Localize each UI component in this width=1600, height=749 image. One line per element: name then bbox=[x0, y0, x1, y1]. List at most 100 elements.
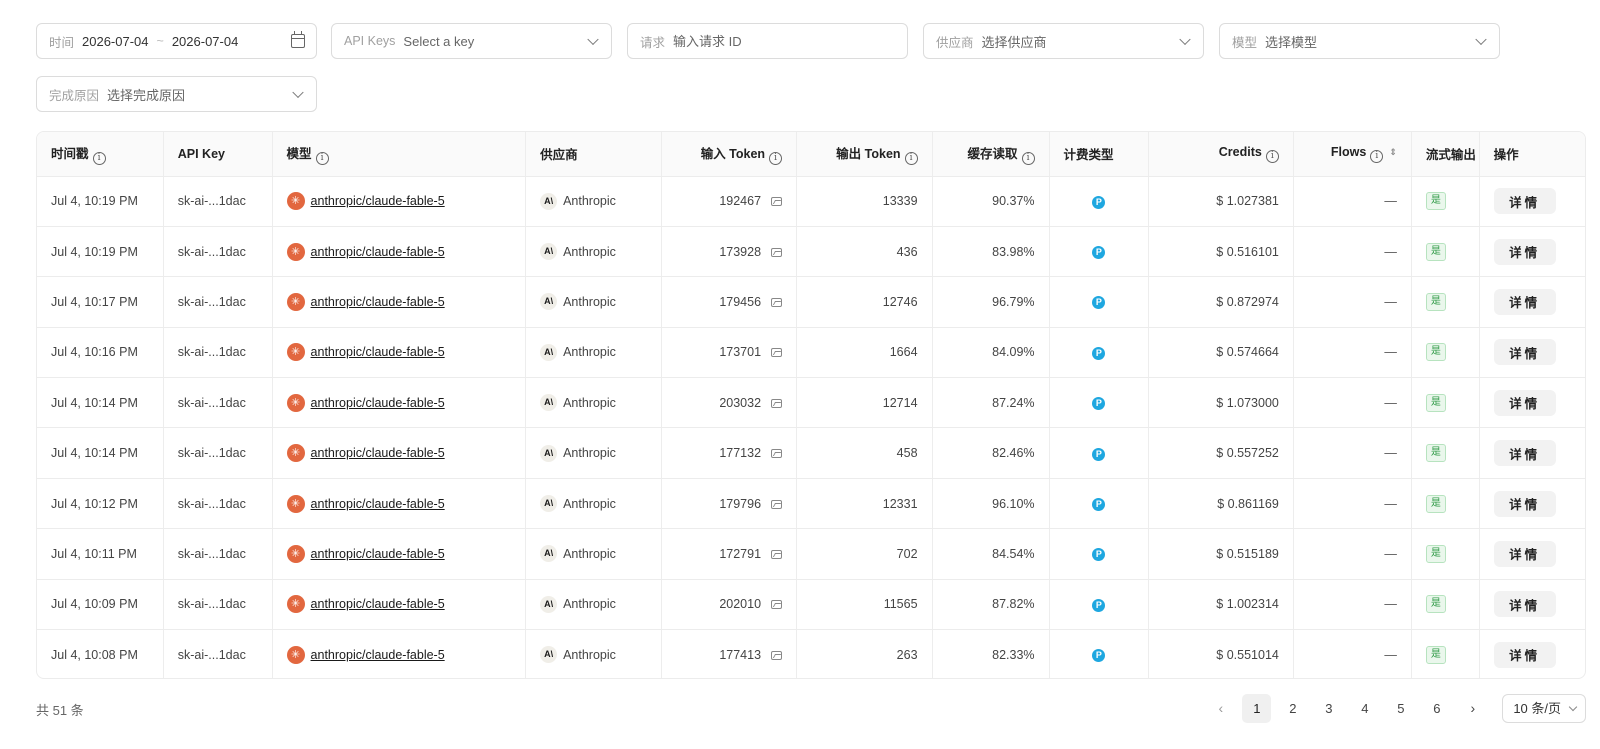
status-badge: 是 bbox=[1425, 595, 1446, 614]
api-keys-select[interactable]: API Keys Select a key bbox=[331, 23, 612, 59]
model-link[interactable]: anthropic/claude-fable-5 bbox=[311, 648, 445, 662]
info-icon[interactable]: i bbox=[315, 151, 329, 165]
anthropic-logo-icon: A\ bbox=[540, 192, 558, 210]
sort-icon[interactable]: ⇕ bbox=[1389, 147, 1397, 157]
cell-output-tokens: 13339 bbox=[796, 176, 933, 227]
table-row: Jul 4, 10:14 PM sk-ai-...1dac ✳ anthropic/c… bbox=[37, 377, 1585, 429]
cell-flows: — bbox=[1293, 478, 1412, 530]
cell-streaming: 是 bbox=[1411, 528, 1480, 580]
model-link[interactable]: anthropic/claude-fable-5 bbox=[311, 245, 445, 259]
image-icon bbox=[771, 549, 783, 559]
cell-credits: $ 0.515189 bbox=[1148, 528, 1294, 580]
model-link[interactable]: anthropic/claude-fable-5 bbox=[311, 547, 445, 561]
info-icon[interactable]: i bbox=[904, 151, 918, 165]
cell-provider: A\ Anthropic bbox=[525, 377, 662, 429]
status-badge: 是 bbox=[1425, 544, 1446, 563]
info-icon[interactable]: i bbox=[1265, 149, 1279, 163]
cell-output-tokens: 702 bbox=[796, 528, 933, 580]
page-size-select[interactable]: 10 条/页 bbox=[1502, 694, 1586, 723]
cell-output-tokens: 12714 bbox=[796, 377, 933, 429]
cell-api-key: sk-ai-...1dac bbox=[163, 629, 273, 678]
model-link[interactable]: anthropic/claude-fable-5 bbox=[311, 295, 445, 309]
cell-flows: — bbox=[1293, 528, 1412, 580]
info-icon[interactable]: i bbox=[769, 151, 783, 165]
page-5[interactable]: 5 bbox=[1386, 694, 1415, 723]
model-link[interactable]: anthropic/claude-fable-5 bbox=[311, 396, 445, 410]
logs-table: 时间戳 i API Key 模型 i 供应商 输入 Token i 输出 Token i… bbox=[36, 131, 1586, 679]
input-tokens-value: 177413 bbox=[719, 647, 762, 662]
info-icon[interactable]: i bbox=[1021, 151, 1035, 165]
detail-button[interactable]: 详情 bbox=[1493, 288, 1556, 315]
cell-output-tokens: 12331 bbox=[796, 478, 933, 530]
detail-button[interactable]: 详情 bbox=[1493, 440, 1556, 467]
anthropic-sparkle-icon: ✳ bbox=[286, 393, 305, 412]
page-4[interactable]: 4 bbox=[1350, 694, 1379, 723]
billing-p-icon: P bbox=[1092, 397, 1106, 411]
cell-actions: 详情 bbox=[1479, 478, 1585, 530]
chevron-down-icon bbox=[1568, 702, 1578, 712]
detail-button[interactable]: 详情 bbox=[1493, 540, 1556, 567]
cell-timestamp: Jul 4, 10:14 PM bbox=[37, 427, 164, 479]
start-date[interactable]: 2026-07-04 bbox=[82, 34, 149, 49]
detail-button[interactable]: 详情 bbox=[1493, 188, 1556, 215]
col-credits: Credits i bbox=[1148, 132, 1294, 177]
cell-provider: A\ Anthropic bbox=[525, 226, 662, 278]
col-model: 模型 i bbox=[272, 132, 527, 177]
col-flows[interactable]: Flows i ⇕ bbox=[1293, 132, 1412, 177]
billing-p-icon: P bbox=[1092, 447, 1106, 461]
info-icon[interactable]: i bbox=[92, 151, 106, 165]
cell-model: ✳ anthropic/claude-fable-5 bbox=[272, 427, 527, 479]
end-date[interactable]: 2026-07-04 bbox=[172, 34, 239, 49]
cell-provider: A\ Anthropic bbox=[525, 528, 662, 580]
time-range-filter[interactable]: 时间 2026-07-04 ~ 2026-07-04 bbox=[36, 23, 317, 59]
cell-actions: 详情 bbox=[1479, 276, 1585, 328]
detail-button[interactable]: 详情 bbox=[1493, 389, 1556, 416]
info-icon[interactable]: i bbox=[1370, 149, 1384, 163]
table-row: Jul 4, 10:09 PM sk-ai-...1dac ✳ anthropic/c… bbox=[37, 579, 1585, 631]
cell-streaming: 是 bbox=[1411, 579, 1480, 631]
detail-button[interactable]: 详情 bbox=[1493, 591, 1556, 618]
next-page-button[interactable]: › bbox=[1458, 694, 1487, 723]
detail-button[interactable]: 详情 bbox=[1493, 490, 1556, 517]
input-tokens-value: 202010 bbox=[719, 597, 762, 612]
provider-select[interactable]: 供应商 选择供应商 bbox=[923, 23, 1204, 59]
api-keys-placeholder: Select a key bbox=[403, 33, 475, 49]
cell-actions: 详情 bbox=[1479, 377, 1585, 429]
cell-flows: — bbox=[1293, 579, 1412, 631]
model-link[interactable]: anthropic/claude-fable-5 bbox=[311, 194, 445, 208]
detail-button[interactable]: 详情 bbox=[1493, 641, 1556, 668]
calendar-icon[interactable] bbox=[291, 31, 305, 48]
cell-billing-type: P bbox=[1049, 377, 1150, 429]
cell-billing-type: P bbox=[1049, 176, 1150, 227]
status-badge: 是 bbox=[1425, 242, 1446, 261]
page-2[interactable]: 2 bbox=[1278, 694, 1307, 723]
cell-provider: A\ Anthropic bbox=[525, 629, 662, 678]
page-6[interactable]: 6 bbox=[1422, 694, 1451, 723]
model-select[interactable]: 模型 选择模型 bbox=[1219, 23, 1500, 59]
model-link[interactable]: anthropic/claude-fable-5 bbox=[311, 497, 445, 511]
finish-reason-select[interactable]: 完成原因 选择完成原因 bbox=[36, 76, 317, 112]
cell-input-tokens: 173701 bbox=[661, 327, 798, 379]
cell-credits: $ 0.557252 bbox=[1148, 427, 1294, 479]
prev-page-button[interactable]: ‹ bbox=[1206, 694, 1235, 723]
cell-flows: — bbox=[1293, 629, 1412, 678]
request-id-input[interactable] bbox=[673, 33, 894, 49]
page-1[interactable]: 1 bbox=[1242, 694, 1272, 723]
image-icon bbox=[771, 247, 783, 257]
status-badge: 是 bbox=[1425, 292, 1446, 311]
detail-button[interactable]: 详情 bbox=[1493, 238, 1556, 265]
cell-provider: A\ Anthropic bbox=[525, 176, 662, 227]
model-link[interactable]: anthropic/claude-fable-5 bbox=[311, 345, 445, 359]
cell-billing-type: P bbox=[1049, 478, 1150, 530]
provider-name: Anthropic bbox=[563, 294, 616, 309]
cell-api-key: sk-ai-...1dac bbox=[163, 579, 273, 631]
image-icon bbox=[771, 499, 783, 509]
page-3[interactable]: 3 bbox=[1314, 694, 1343, 723]
cell-input-tokens: 177413 bbox=[661, 629, 798, 678]
model-link[interactable]: anthropic/claude-fable-5 bbox=[311, 597, 445, 611]
col-cache-read: 缓存读取 i bbox=[932, 132, 1050, 177]
model-link[interactable]: anthropic/claude-fable-5 bbox=[311, 446, 445, 460]
detail-button[interactable]: 详情 bbox=[1493, 339, 1556, 366]
cell-provider: A\ Anthropic bbox=[525, 276, 662, 328]
cell-model: ✳ anthropic/claude-fable-5 bbox=[272, 276, 527, 328]
